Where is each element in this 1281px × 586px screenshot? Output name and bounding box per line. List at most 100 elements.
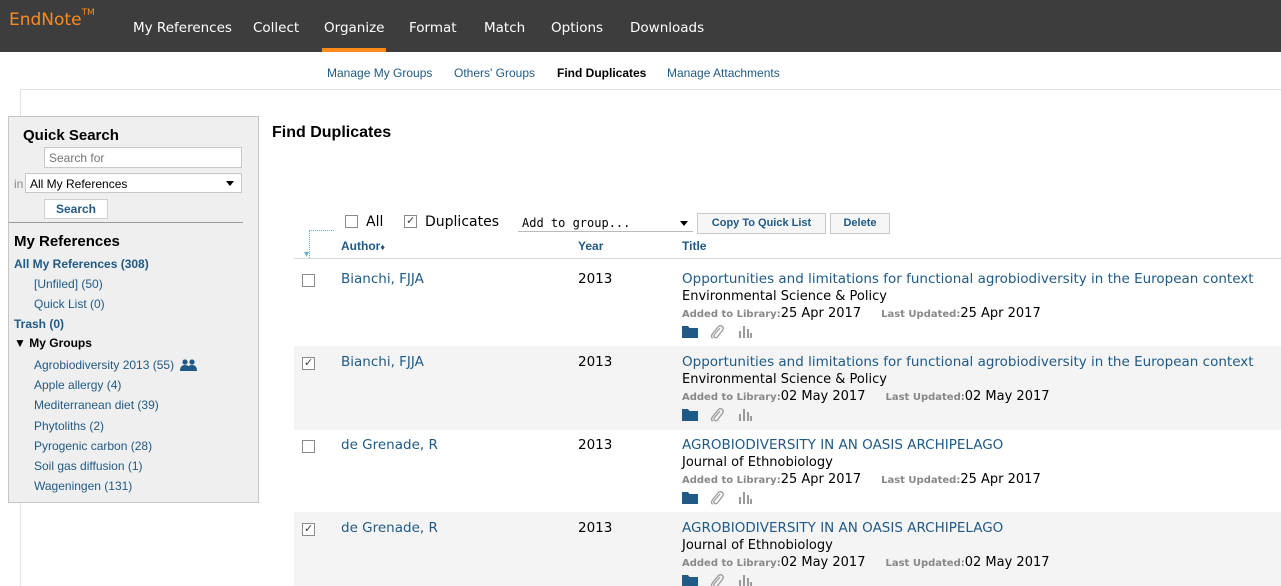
year-value: 2013 (578, 271, 613, 287)
sidebar-group-item[interactable]: Apple allergy (4) (34, 378, 121, 392)
bar-chart-icon[interactable] (738, 573, 752, 586)
search-scope-value: All My References (30, 177, 128, 191)
updated-date: 25 Apr 2017 (960, 306, 1041, 321)
added-label: Added to Library: (682, 309, 781, 320)
row-checkbox[interactable] (302, 356, 315, 370)
updated-date: 02 May 2017 (964, 389, 1050, 404)
nav-format[interactable]: Format (409, 20, 457, 36)
top-navigation-bar: EndNoteTM My References Collect Organize… (0, 0, 1281, 52)
sidebar-group-item[interactable]: Pyrogenic carbon (28) (34, 439, 152, 453)
added-date: 02 May 2017 (780, 389, 866, 404)
select-all-checkbox[interactable] (345, 215, 358, 228)
column-header-author[interactable]: Author♦ (341, 239, 385, 253)
bar-chart-icon[interactable] (738, 407, 752, 424)
date-info: Added to Library:25 Apr 2017 Last Updated… (682, 472, 1041, 487)
nav-organize[interactable]: Organize (321, 20, 387, 52)
nav-my-references[interactable]: My References (133, 20, 232, 36)
sidebar-group-item[interactable]: Wageningen (131) (34, 479, 132, 493)
delete-button[interactable]: Delete (830, 213, 890, 234)
group-label: Agrobiodiversity 2013 (55) (34, 358, 175, 372)
title-link[interactable]: AGROBIODIVERSITY IN AN OASIS ARCHIPELAGO (682, 437, 1003, 453)
paperclip-icon[interactable] (710, 573, 724, 586)
updated-date: 02 May 2017 (964, 555, 1050, 570)
title-link[interactable]: Opportunities and limitations for functi… (682, 354, 1254, 370)
table-row: Bianchi, FJJA 2013 Opportunities and limit… (294, 263, 1281, 347)
divider (20, 89, 1281, 90)
bar-chart-icon[interactable] (738, 490, 752, 507)
divider (294, 258, 1281, 259)
paperclip-icon[interactable] (710, 490, 724, 509)
sidebar-item-trash[interactable]: Trash (0) (14, 317, 64, 331)
selection-hint-arrow-icon (304, 230, 334, 260)
add-to-group-value: Add to group... (522, 216, 631, 230)
author-header-label: Author (341, 239, 381, 253)
updated-label: Last Updated: (881, 309, 961, 320)
sidebar-item-unfiled[interactable]: [Unfiled] (50) (34, 277, 103, 291)
paperclip-icon[interactable] (710, 407, 724, 426)
added-date: 25 Apr 2017 (780, 306, 862, 321)
author-link[interactable]: de Grenade, R (341, 437, 438, 453)
row-checkbox[interactable] (302, 274, 315, 287)
nav-collect[interactable]: Collect (253, 20, 299, 36)
year-value: 2013 (578, 354, 613, 370)
chevron-down-icon (226, 181, 234, 186)
journal-name: Environmental Science & Policy (682, 289, 887, 304)
sidebar-group-item[interactable]: Agrobiodiversity 2013 (55) (34, 358, 198, 374)
title-link[interactable]: Opportunities and limitations for functi… (682, 271, 1254, 287)
row-checkbox[interactable] (302, 440, 315, 453)
sidebar-item-all-references[interactable]: All My References (308) (14, 257, 149, 271)
paperclip-icon[interactable] (710, 324, 724, 343)
divider (9, 222, 243, 223)
nav-downloads[interactable]: Downloads (630, 20, 704, 36)
column-header-year[interactable]: Year (578, 239, 603, 253)
triangle-down-icon: ▼ (14, 336, 26, 350)
title-link[interactable]: AGROBIODIVERSITY IN AN OASIS ARCHIPELAGO (682, 520, 1003, 536)
search-scope-select[interactable]: All My References (25, 173, 242, 193)
copy-to-quick-list-button[interactable]: Copy To Quick List (697, 213, 826, 234)
row-checkbox[interactable] (302, 522, 315, 536)
nav-options[interactable]: Options (551, 20, 603, 36)
added-label: Added to Library: (682, 475, 781, 486)
year-value: 2013 (578, 437, 613, 453)
sidebar-group-item[interactable]: Soil gas diffusion (1) (34, 459, 143, 473)
page-title: Find Duplicates (272, 124, 392, 141)
my-groups-header[interactable]: ▼ My Groups (14, 336, 92, 350)
added-date: 25 Apr 2017 (780, 472, 862, 487)
quick-search-title: Quick Search (23, 127, 119, 144)
author-link[interactable]: Bianchi, FJJA (341, 271, 424, 287)
author-link[interactable]: de Grenade, R (341, 520, 438, 536)
sidebar-group-item[interactable]: Mediterranean diet (39) (34, 398, 159, 412)
updated-label: Last Updated: (885, 558, 965, 569)
table-row: de Grenade, R 2013 AGROBIODIVERSITY IN AN … (294, 512, 1281, 586)
date-info: Added to Library:02 May 2017 Last Updated… (682, 389, 1050, 404)
journal-name: Environmental Science & Policy (682, 372, 887, 387)
folder-icon[interactable] (682, 324, 698, 341)
table-row: Bianchi, FJJA 2013 Opportunities and limit… (294, 346, 1281, 430)
sidebar-item-quick-list[interactable]: Quick List (0) (34, 297, 105, 311)
subnav-manage-my-groups[interactable]: Manage My Groups (327, 66, 432, 80)
subnav-manage-attachments[interactable]: Manage Attachments (667, 66, 780, 80)
added-label: Added to Library: (682, 392, 781, 403)
endnote-logo[interactable]: EndNoteTM (9, 8, 95, 30)
search-in-label: in (14, 177, 24, 191)
folder-icon[interactable] (682, 573, 698, 586)
date-info: Added to Library:02 May 2017 Last Updated… (682, 555, 1050, 570)
subnav-others-groups[interactable]: Others' Groups (454, 66, 535, 80)
added-date: 02 May 2017 (780, 555, 866, 570)
search-button[interactable]: Search (44, 199, 108, 219)
journal-name: Journal of Ethnobiology (682, 455, 833, 470)
sidebar-group-item[interactable]: Phytoliths (2) (34, 419, 104, 433)
folder-icon[interactable] (682, 490, 698, 507)
subnav-find-duplicates[interactable]: Find Duplicates (557, 66, 646, 80)
bar-chart-icon[interactable] (738, 324, 752, 341)
folder-icon[interactable] (682, 407, 698, 424)
add-to-group-select[interactable]: Add to group... (518, 214, 693, 232)
column-header-title[interactable]: Title (682, 239, 706, 253)
author-link[interactable]: Bianchi, FJJA (341, 354, 424, 370)
nav-match[interactable]: Match (484, 20, 525, 36)
search-input[interactable] (44, 147, 242, 168)
journal-name: Journal of Ethnobiology (682, 538, 833, 553)
all-label: All (366, 214, 384, 230)
updated-date: 25 Apr 2017 (960, 472, 1041, 487)
duplicates-checkbox[interactable] (404, 214, 417, 228)
